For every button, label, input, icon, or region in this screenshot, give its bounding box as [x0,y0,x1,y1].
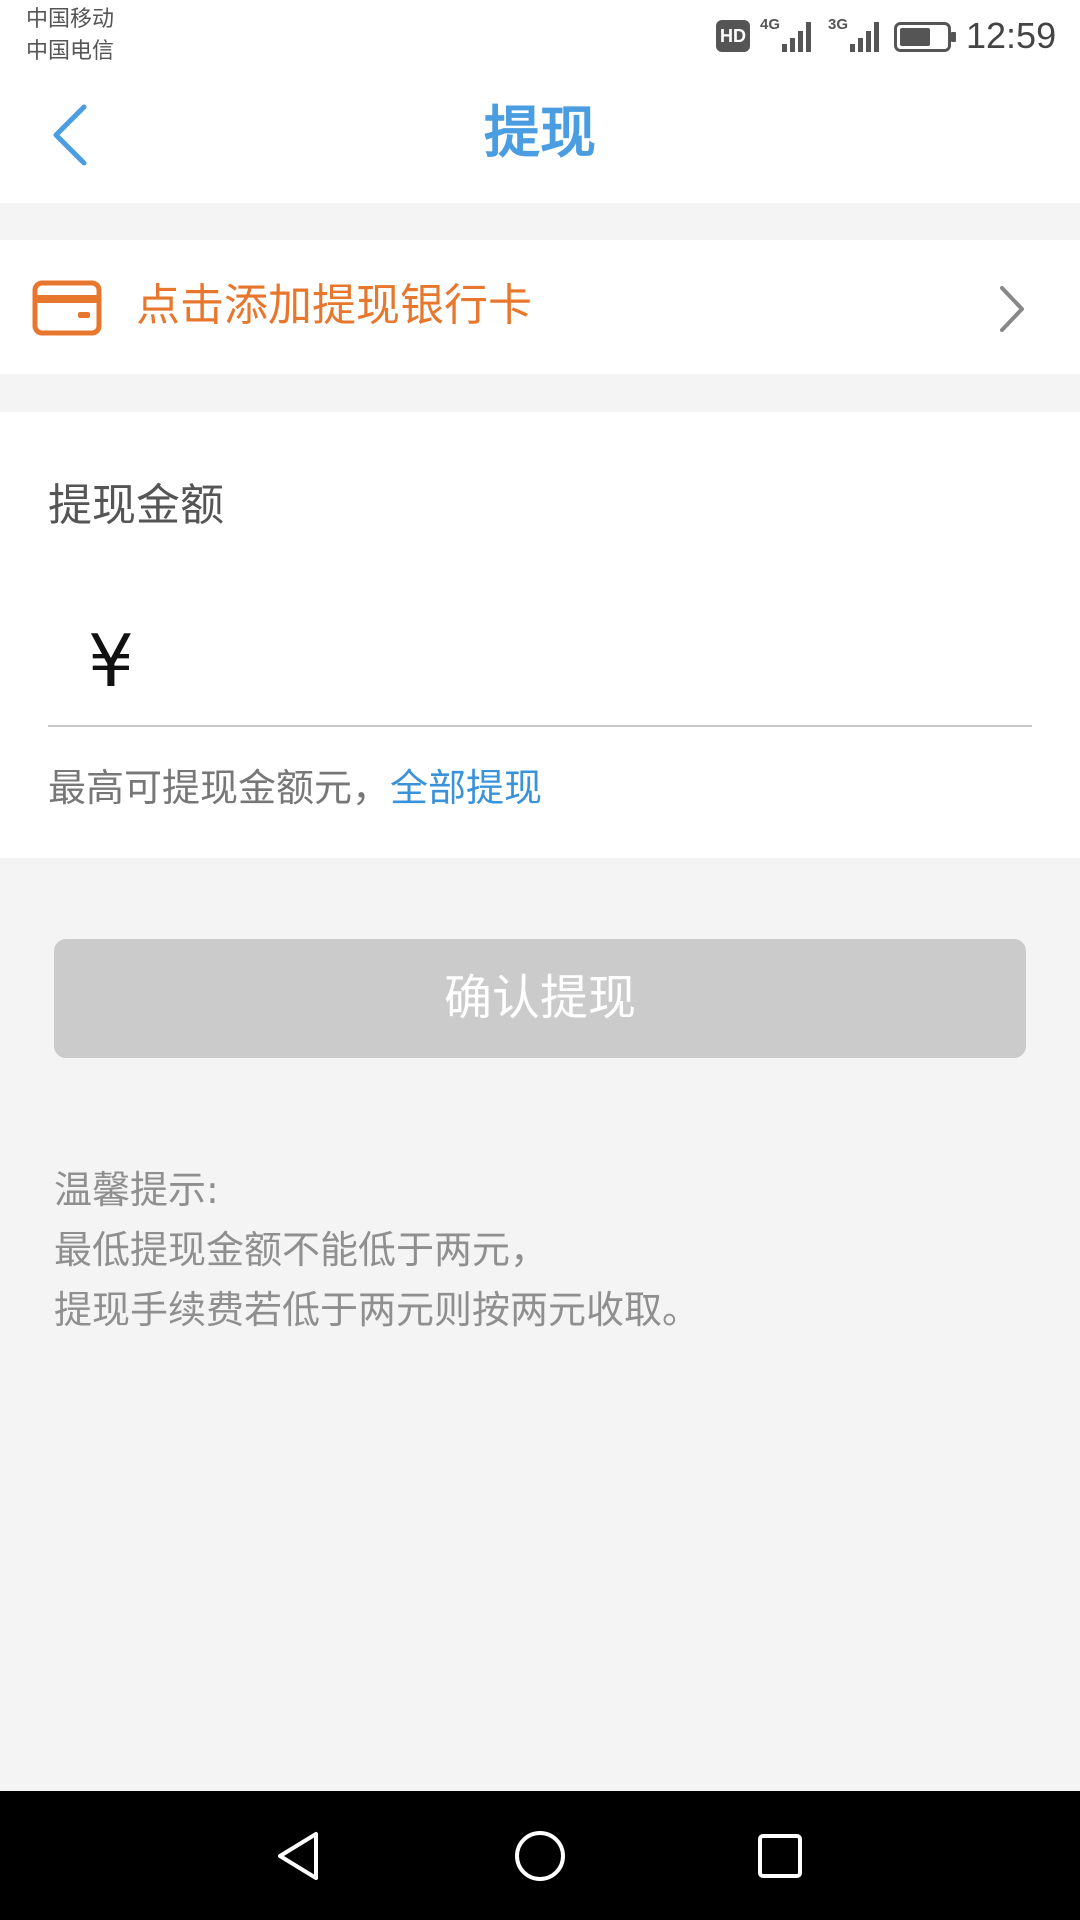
amount-input[interactable] [160,620,1024,712]
back-button[interactable] [40,95,100,175]
tips-line-2: 提现手续费若低于两元则按两元收取。 [54,1288,701,1332]
amount-label: 提现金额 [48,480,224,531]
currency-symbol: ¥ [88,619,134,703]
hd-badge: HD [716,20,750,52]
tips-line-1: 最低提现金额不能低于两元， [54,1228,549,1272]
tips-title: 温馨提示: [54,1168,219,1212]
withdraw-all-link[interactable]: 全部提现 [390,766,542,810]
signal-4g-icon [782,22,811,52]
triangle-back-icon[interactable] [270,1826,330,1886]
confirm-withdraw-button[interactable]: 确认提现 [54,939,1026,1058]
card-icon [32,280,102,336]
page-title: 提现 [484,101,596,166]
status-time: 12:59 [966,15,1057,56]
carrier-2-label: 中国电信 [26,39,115,64]
max-amount-text: 最高可提现金额元， [48,766,391,810]
battery-icon [894,22,956,52]
chevron-left-icon [53,104,87,166]
circle-home-icon[interactable] [510,1826,570,1886]
carrier-1-label: 中国移动 [26,7,115,32]
signal-3g-icon [850,22,879,52]
network-4g-label: 4G [760,16,781,33]
square-recents-icon[interactable] [750,1826,810,1886]
amount-underline [48,725,1032,727]
max-amount-row: 最高可提现金额元，全部提现 [48,760,542,816]
add-bank-card-label[interactable]: 点击添加提现银行卡 [136,274,532,338]
chevron-right-icon [1000,286,1024,332]
network-3g-label: 3G [828,16,849,33]
